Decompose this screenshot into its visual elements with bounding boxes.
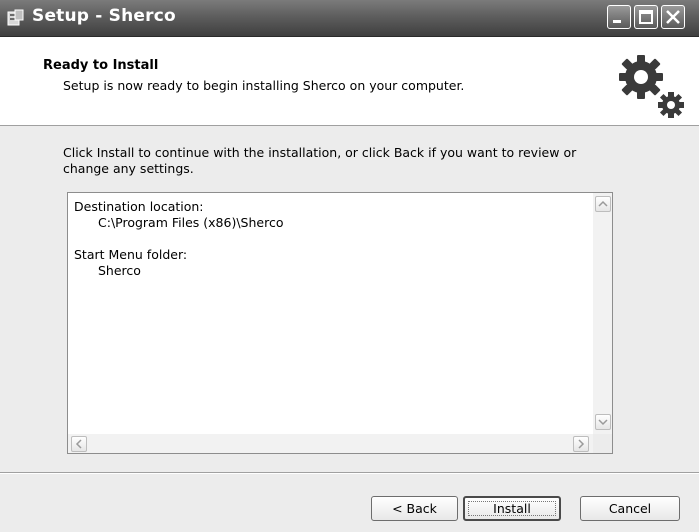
bottom-separator xyxy=(0,472,699,474)
close-icon xyxy=(666,10,680,24)
instructions-text: Click Install to continue with the insta… xyxy=(63,145,643,177)
maximize-icon xyxy=(639,10,653,24)
focus-rectangle xyxy=(468,501,556,516)
scrollbar-corner xyxy=(593,434,612,453)
minimize-icon xyxy=(613,20,621,23)
memo-spacer xyxy=(74,231,594,247)
chevron-right-icon xyxy=(578,439,585,449)
setup-window: Setup - Sherco Ready to Install Setup is… xyxy=(0,0,699,532)
vertical-scrollbar[interactable] xyxy=(593,193,612,434)
destination-value: C:\Program Files (x86)\Sherco xyxy=(98,215,284,230)
window-title: Setup - Sherco xyxy=(32,6,176,26)
minimize-button[interactable] xyxy=(607,5,631,29)
installer-app-icon xyxy=(7,9,25,27)
summary-content: Destination location: C:\Program Files (… xyxy=(74,199,594,279)
cancel-button[interactable]: Cancel xyxy=(580,496,680,521)
instructions-line-1: Click Install to continue with the insta… xyxy=(63,145,577,160)
maximize-button[interactable] xyxy=(634,5,658,29)
install-button[interactable]: Install xyxy=(463,496,561,521)
close-button[interactable] xyxy=(661,5,685,29)
startmenu-value: Sherco xyxy=(98,263,141,278)
scroll-up-button[interactable] xyxy=(595,196,611,212)
scroll-right-button[interactable] xyxy=(573,436,589,452)
instructions-line-2: change any settings. xyxy=(63,161,194,176)
scroll-left-button[interactable] xyxy=(71,436,87,452)
page-title: Ready to Install xyxy=(43,58,159,73)
back-button[interactable]: < Back xyxy=(371,496,458,521)
chevron-up-icon xyxy=(598,200,608,207)
gears-icon xyxy=(619,55,684,118)
destination-label: Destination location: xyxy=(74,199,204,214)
wizard-header: Ready to Install Setup is now ready to b… xyxy=(0,37,699,126)
scroll-down-button[interactable] xyxy=(595,414,611,430)
chevron-down-icon xyxy=(598,419,608,426)
summary-memo[interactable]: Destination location: C:\Program Files (… xyxy=(67,192,613,454)
horizontal-scrollbar[interactable] xyxy=(68,434,593,453)
startmenu-label: Start Menu folder: xyxy=(74,247,188,262)
page-subtitle: Setup is now ready to begin installing S… xyxy=(63,78,465,93)
chevron-left-icon xyxy=(75,439,82,449)
title-bar[interactable]: Setup - Sherco xyxy=(0,0,699,37)
